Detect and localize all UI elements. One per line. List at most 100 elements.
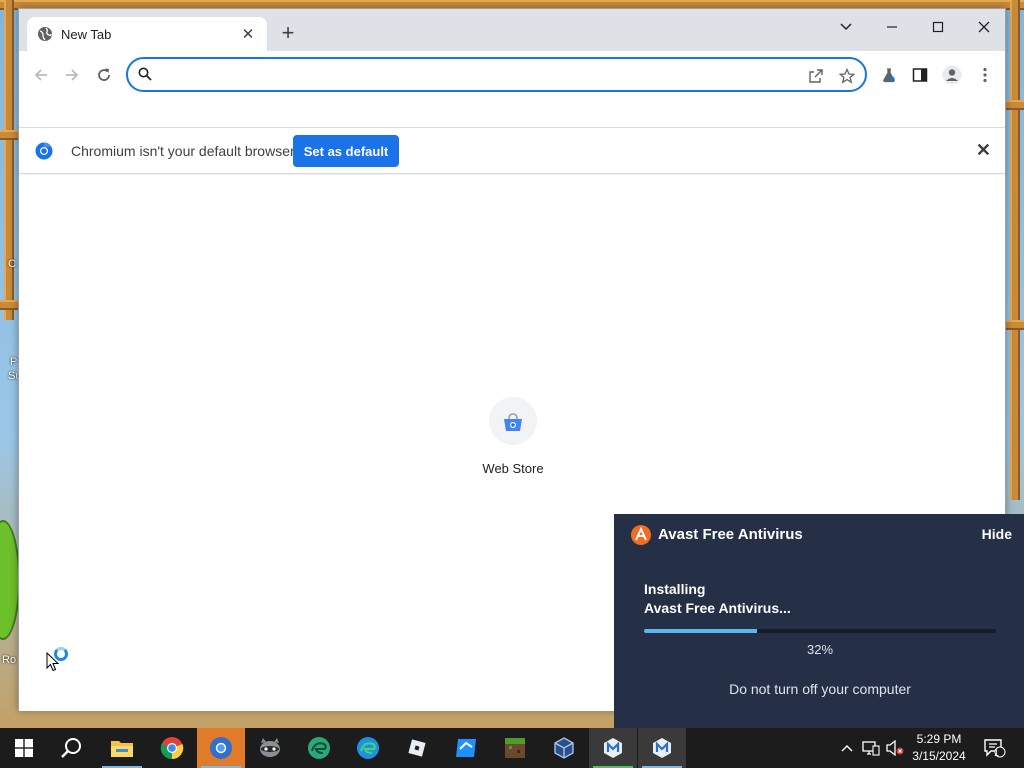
taskbar-virtualbox[interactable] bbox=[540, 728, 588, 768]
arrow-right-icon bbox=[66, 69, 79, 81]
share-button[interactable] bbox=[806, 66, 826, 86]
address-bar[interactable] bbox=[126, 57, 867, 92]
infobar-close-button[interactable]: ✕ bbox=[976, 140, 991, 161]
install-progress-fill bbox=[644, 629, 757, 633]
labs-button[interactable] bbox=[877, 63, 901, 87]
minimize-button[interactable] bbox=[869, 15, 915, 39]
chromium-logo-icon bbox=[35, 142, 53, 160]
wallpaper-plank bbox=[0, 130, 18, 140]
taskbar: 5:29 PM 3/15/2024 1 bbox=[0, 728, 1024, 768]
taskbar-chrome[interactable] bbox=[148, 728, 196, 768]
bookmark-star-button[interactable] bbox=[837, 66, 857, 86]
raccoon-icon bbox=[260, 738, 280, 757]
taskbar-minecraft[interactable] bbox=[491, 728, 539, 768]
chromium-icon bbox=[210, 737, 232, 759]
bookmark-bar bbox=[19, 97, 1005, 128]
tab-title: New Tab bbox=[61, 26, 112, 42]
taskbar-roblox-studio[interactable] bbox=[442, 728, 490, 768]
maximize-icon bbox=[932, 21, 944, 33]
minimize-icon bbox=[887, 26, 897, 28]
taskbar-edge-beta[interactable] bbox=[295, 728, 343, 768]
taskbar-search-button[interactable] bbox=[48, 728, 96, 768]
chrome-icon bbox=[160, 737, 184, 760]
malwarebytes-icon bbox=[653, 738, 671, 758]
taskbar-malwarebytes-1[interactable] bbox=[589, 728, 637, 768]
tab-search-button[interactable] bbox=[823, 15, 869, 39]
roblox-studio-icon bbox=[456, 739, 476, 757]
busy-spinner-icon bbox=[54, 647, 68, 661]
arrow-left-icon bbox=[34, 69, 47, 81]
show-hidden-icons-button[interactable] bbox=[836, 728, 858, 768]
address-input[interactable] bbox=[160, 65, 800, 85]
chevron-up-icon bbox=[841, 745, 853, 752]
taskbar-roblox[interactable] bbox=[393, 728, 441, 768]
taskbar-clock[interactable]: 5:29 PM 3/15/2024 bbox=[906, 731, 972, 765]
roblox-icon bbox=[408, 739, 426, 757]
browser-toolbar bbox=[19, 51, 1005, 97]
star-icon bbox=[839, 68, 855, 84]
wallpaper-plank bbox=[1010, 0, 1020, 500]
shortcut-web-store[interactable]: Web Store bbox=[459, 397, 567, 476]
reload-button[interactable] bbox=[92, 63, 116, 87]
taskbar-raccoon-app[interactable] bbox=[246, 728, 294, 768]
wallpaper-plank bbox=[1006, 320, 1024, 330]
close-window-button[interactable] bbox=[961, 15, 1007, 39]
kebab-menu-icon bbox=[983, 67, 987, 83]
close-icon bbox=[978, 21, 990, 33]
notifications-button[interactable]: 1 bbox=[980, 728, 1010, 768]
wallpaper-bird bbox=[0, 520, 20, 640]
minecraft-icon bbox=[505, 738, 525, 758]
volume-muted-icon bbox=[886, 740, 904, 756]
virtualbox-icon bbox=[554, 737, 574, 759]
forward-button[interactable] bbox=[60, 63, 84, 87]
volume-button[interactable] bbox=[884, 728, 906, 768]
avast-logo-icon bbox=[631, 525, 651, 545]
search-icon bbox=[61, 738, 81, 758]
avatar-icon bbox=[942, 65, 962, 85]
desktop-icon-label[interactable]: Ro bbox=[2, 654, 16, 666]
notification-count: 1 bbox=[994, 748, 1000, 758]
start-button[interactable] bbox=[0, 728, 48, 768]
taskbar-chromium[interactable] bbox=[197, 728, 245, 768]
wallpaper-plank bbox=[1006, 100, 1024, 110]
wallpaper-plank bbox=[4, 0, 14, 320]
web-store-icon bbox=[504, 413, 522, 431]
edge-beta-icon bbox=[308, 737, 330, 759]
wallpaper-plank bbox=[0, 300, 18, 310]
maximize-button[interactable] bbox=[915, 15, 961, 39]
desktop-icon-label[interactable]: C bbox=[8, 258, 16, 270]
tab-new-tab[interactable]: New Tab ✕ bbox=[27, 17, 267, 51]
avast-hide-button[interactable]: Hide bbox=[982, 526, 1012, 542]
back-button[interactable] bbox=[29, 63, 53, 87]
profile-button[interactable] bbox=[940, 63, 964, 87]
avast-install-popup: Avast Free Antivirus Hide Installing Ava… bbox=[614, 514, 1024, 728]
taskbar-malwarebytes-2[interactable] bbox=[638, 728, 686, 768]
shortcut-tile bbox=[489, 397, 537, 445]
desktop-icon-label[interactable]: P bbox=[10, 356, 17, 368]
search-icon bbox=[138, 67, 152, 81]
taskbar-file-explorer[interactable] bbox=[98, 728, 146, 768]
menu-button[interactable] bbox=[973, 63, 997, 87]
tab-close-button[interactable]: ✕ bbox=[239, 25, 257, 43]
install-status-line1: Installing bbox=[644, 581, 706, 597]
set-as-default-button[interactable]: Set as default bbox=[293, 135, 399, 167]
globe-icon bbox=[38, 27, 52, 41]
install-warning: Do not turn off your computer bbox=[729, 681, 911, 697]
flask-icon bbox=[883, 68, 895, 83]
network-button[interactable] bbox=[860, 728, 882, 768]
infobar-message: Chromium isn't your default browser bbox=[71, 143, 295, 159]
install-progress-bar bbox=[644, 629, 996, 633]
install-progress-text: 32% bbox=[806, 642, 834, 657]
clock-date: 3/15/2024 bbox=[912, 749, 966, 763]
shortcut-label: Web Store bbox=[482, 461, 544, 476]
chevron-down-icon bbox=[840, 23, 852, 31]
folder-icon bbox=[111, 741, 133, 757]
install-status-line2: Avast Free Antivirus... bbox=[644, 600, 791, 616]
new-tab-button[interactable]: + bbox=[277, 22, 299, 45]
avast-app-name: Avast Free Antivirus bbox=[658, 526, 803, 543]
side-panel-button[interactable] bbox=[908, 63, 932, 87]
taskbar-edge[interactable] bbox=[344, 728, 392, 768]
windows-logo-icon bbox=[15, 739, 33, 757]
edge-icon bbox=[357, 737, 379, 759]
malwarebytes-icon bbox=[604, 738, 622, 758]
